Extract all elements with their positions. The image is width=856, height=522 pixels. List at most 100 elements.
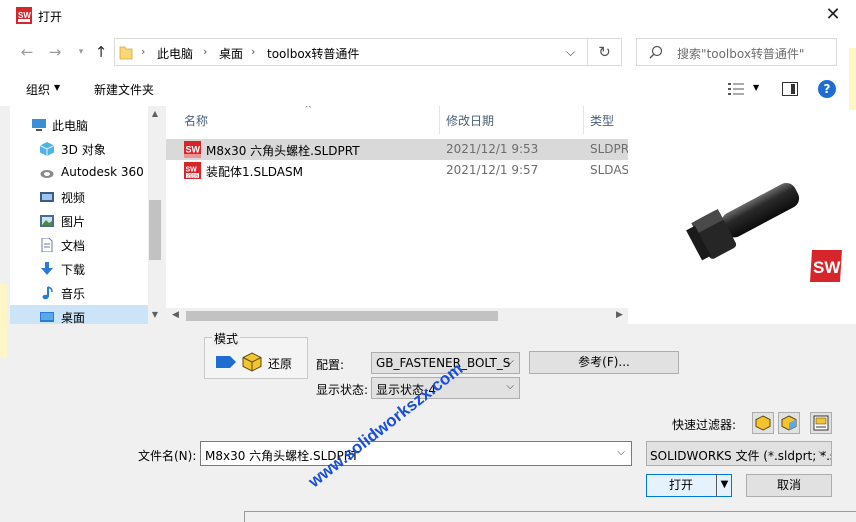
organize-button[interactable]: 组织	[26, 81, 50, 98]
sidebar-scrollbar[interactable]: ▲ ▼	[148, 106, 162, 324]
forward-icon[interactable]: →	[46, 43, 64, 61]
part-filter-icon	[755, 415, 771, 431]
close-icon: ✕	[825, 4, 841, 25]
svg-text:SW: SW	[186, 145, 201, 155]
scroll-down-icon[interactable]: ▼	[150, 310, 160, 319]
address-bar[interactable]: › 此电脑 › 桌面 › toolbox转普通件 ⌵	[114, 38, 588, 66]
file-name: M8x30 六角头螺栓.SLDPRT	[206, 144, 360, 158]
up-icon[interactable]: ↑	[92, 43, 110, 61]
refresh-button[interactable]: ↻	[588, 38, 622, 66]
view-details-icon[interactable]	[728, 82, 744, 96]
file-row[interactable]: SW M8x30 六角头螺栓.SLDPRT 2021/12/1 9:53 SLD…	[166, 139, 628, 160]
breadcrumb-separator: ›	[141, 45, 146, 58]
breadcrumb-current-folder[interactable]: toolbox转普通件	[267, 45, 359, 62]
cube-3d-icon	[40, 142, 54, 156]
recent-locations-chevron-icon[interactable]: ▾	[72, 43, 90, 61]
svg-text:SW: SW	[813, 258, 841, 277]
back-icon[interactable]: ←	[18, 43, 36, 61]
cloud-icon	[40, 170, 54, 178]
sidebar-item-autodesk-360[interactable]: Autodesk 360	[10, 161, 148, 185]
address-dropdown-icon[interactable]: ⌵	[566, 45, 575, 60]
preview-pane: SW	[628, 106, 856, 324]
file-name: 装配体1.SLDASM	[206, 165, 303, 179]
divider	[244, 511, 245, 522]
solidworks-logo-icon: SW	[810, 250, 842, 282]
display-state-value: 显示状态-4	[376, 383, 436, 397]
preview-pane-icon[interactable]	[782, 82, 798, 96]
solidworks-app-icon: SW	[16, 7, 32, 24]
command-toolbar: 组织 ▼ 新建文件夹 ▼ ?	[0, 72, 856, 106]
sidebar-item-videos[interactable]: 视频	[10, 185, 148, 209]
sidebar-item-pictures[interactable]: 图片	[10, 209, 148, 233]
search-input[interactable]: 搜索"toolbox转普通件"	[636, 38, 837, 66]
column-header-date[interactable]: 修改日期	[440, 106, 584, 134]
scroll-right-icon[interactable]: ▶	[616, 310, 623, 320]
close-button[interactable]: ✕	[810, 0, 856, 32]
svg-text:SW: SW	[18, 11, 31, 20]
cancel-button[interactable]: 取消	[746, 474, 832, 497]
new-folder-button[interactable]: 新建文件夹	[94, 81, 154, 98]
sidebar-item-label: 下载	[61, 263, 86, 277]
assembly-filter-icon	[781, 415, 797, 431]
open-button-label: 打开	[669, 478, 694, 492]
file-date: 2021/12/1 9:57	[446, 163, 539, 177]
search-icon	[649, 45, 663, 59]
drawing-filter-icon	[813, 415, 829, 431]
restore-cube-icon[interactable]	[242, 352, 262, 372]
configuration-value: GB_FASTENER_BOLT_S	[376, 356, 511, 370]
file-list: ^ 名称 修改日期 类型 SW M8x30 六角头螺栓.SLDPRT 2021/…	[166, 106, 628, 324]
column-header-type[interactable]: 类型	[584, 106, 628, 134]
sidebar-item-downloads[interactable]: 下载	[10, 257, 148, 281]
sidebar-scroll-thumb[interactable]	[149, 200, 161, 260]
title-bar: SW 打开 ✕	[0, 0, 856, 32]
sidebar-item-3d-objects[interactable]: 3D 对象	[10, 137, 148, 161]
mode-tag-icon[interactable]	[216, 356, 236, 368]
scroll-left-icon[interactable]: ◀	[172, 310, 179, 320]
sidebar-item-label: 图片	[61, 215, 86, 229]
sidebar-item-documents[interactable]: 文档	[10, 233, 148, 257]
breadcrumb-separator: ›	[203, 45, 208, 58]
file-type: SLDPRT	[590, 142, 628, 156]
reference-button[interactable]: 参考(F)...	[529, 351, 679, 374]
breadcrumb-separator: ›	[251, 45, 256, 58]
display-state-select[interactable]: 显示状态-4 ⌵	[371, 377, 520, 399]
refresh-icon: ↻	[598, 43, 611, 61]
breadcrumb-desktop[interactable]: 桌面	[219, 45, 243, 62]
sidebar-item-music[interactable]: 音乐	[10, 281, 148, 305]
horizontal-scroll-thumb[interactable]	[186, 311, 498, 321]
sidebar-item-label: 3D 对象	[61, 143, 106, 157]
desktop-icon	[40, 312, 54, 322]
chevron-down-icon[interactable]: ⌵	[617, 447, 625, 458]
mode-group-label: 模式	[212, 330, 241, 347]
filename-label: 文件名(N):	[138, 449, 197, 463]
filename-input[interactable]: M8x30 六角头螺栓.SLDPRT ⌵	[200, 441, 632, 466]
column-header-name[interactable]: ^ 名称	[166, 106, 440, 134]
hex-bolt-preview	[686, 182, 800, 261]
configuration-label: 配置:	[316, 358, 345, 372]
sw-part-icon: SW	[184, 141, 201, 158]
filter-parts-button[interactable]	[752, 412, 774, 434]
breadcrumb-this-pc[interactable]: 此电脑	[157, 45, 193, 62]
organize-chevron-icon[interactable]: ▼	[54, 83, 60, 92]
file-list-horizontal-scrollbar[interactable]: ◀ ▶	[166, 308, 628, 324]
file-row[interactable]: SW 2016 装配体1.SLDASM 2021/12/1 9:57 SLDAS…	[166, 160, 628, 181]
sidebar-item-label: 桌面	[61, 311, 86, 324]
filetype-select[interactable]: SOLIDWORKS 文件 (*.sldprt; *.sldasm; *.sld…	[646, 441, 832, 466]
search-placeholder: 搜索"toolbox转普通件"	[677, 47, 805, 61]
sidebar-item-desktop[interactable]: 桌面	[10, 305, 148, 324]
column-header-label: 名称	[184, 114, 209, 128]
restore-label[interactable]: 还原	[268, 355, 292, 372]
sidebar-item-label: 音乐	[61, 287, 86, 301]
scroll-up-icon[interactable]: ▲	[150, 109, 160, 118]
filter-assemblies-button[interactable]	[778, 412, 800, 434]
open-options-chevron-icon[interactable]: ▼	[716, 474, 732, 497]
chevron-down-icon: ⌵	[818, 447, 826, 458]
svg-text:2016: 2016	[187, 174, 198, 180]
view-chevron-icon[interactable]: ▼	[753, 83, 759, 92]
configuration-select[interactable]: GB_FASTENER_BOLT_S ⌵	[371, 352, 520, 374]
filter-drawings-button[interactable]	[810, 412, 832, 434]
divider	[244, 511, 856, 512]
document-icon	[41, 238, 53, 252]
sidebar-item-this-pc[interactable]: 此电脑	[10, 113, 148, 137]
help-icon[interactable]: ?	[818, 80, 836, 98]
